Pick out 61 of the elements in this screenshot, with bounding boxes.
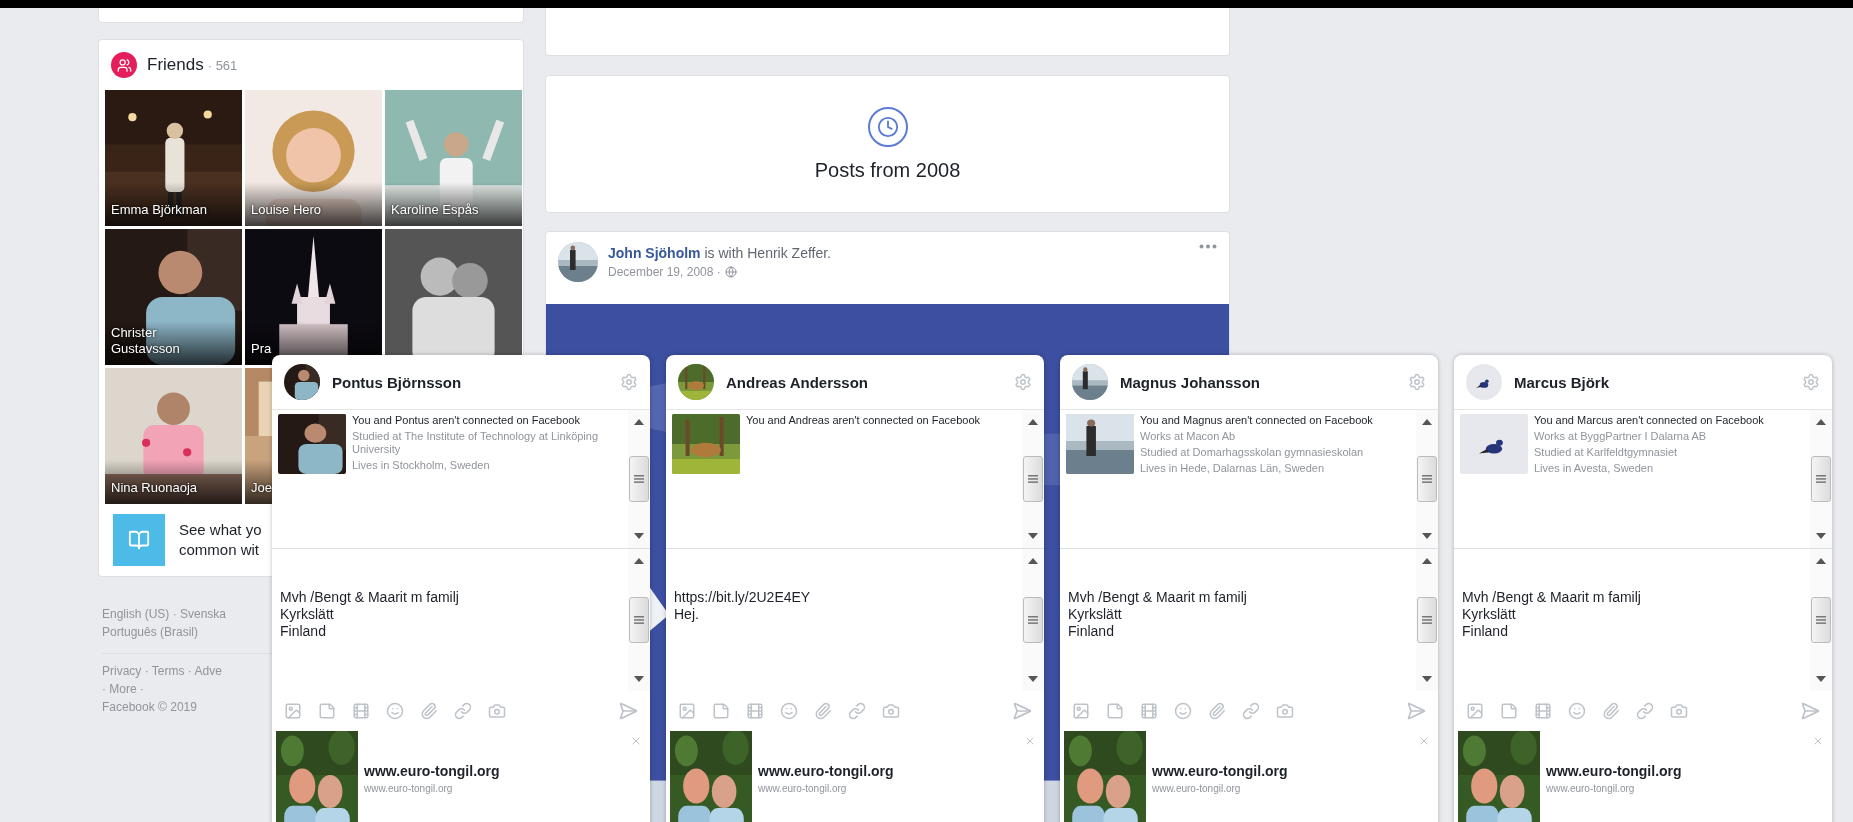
camera-icon[interactable] <box>1276 702 1294 720</box>
profile-detail: Studied at Karlfeldtgymnasiet <box>1534 446 1679 459</box>
scroll-thumb[interactable] <box>1811 597 1831 643</box>
link-icon[interactable] <box>1242 702 1260 720</box>
scroll-thumb[interactable] <box>1417 456 1437 502</box>
caret-down-icon <box>1422 676 1432 682</box>
globe-icon <box>724 266 737 278</box>
paperclip-icon[interactable] <box>420 702 438 720</box>
ad-title[interactable]: www.euro-tongil.org <box>364 763 500 779</box>
clock-icon <box>867 106 908 147</box>
settings-icon[interactable] <box>1802 373 1820 391</box>
image-icon[interactable] <box>284 702 302 720</box>
connection-notice: You and Pontus aren't connected on Facebook <box>352 414 581 427</box>
ad-title[interactable]: www.euro-tongil.org <box>1546 763 1682 779</box>
link-icon[interactable] <box>454 702 472 720</box>
link-icon[interactable] <box>1636 702 1654 720</box>
sticker-icon[interactable] <box>318 702 336 720</box>
caret-down-icon <box>1422 533 1432 539</box>
friend-name[interactable]: Louise Hero <box>251 202 322 218</box>
film-icon[interactable] <box>1534 702 1552 720</box>
caret-up-icon <box>1816 419 1826 425</box>
caret-up-icon <box>1816 558 1826 564</box>
sticker-icon[interactable] <box>1500 702 1518 720</box>
connection-notice: You and Marcus aren't connected on Facebook <box>1534 414 1764 427</box>
friends-icon <box>111 52 137 78</box>
message-text: Mvh /Bengt & Maarit m familj Kyrkslätt Finland <box>280 589 460 640</box>
ad-url: www.euro-tongil.org <box>364 783 454 794</box>
post-header-text: John Sjöholm is with Henrik Zeffer. <box>608 245 832 261</box>
smiley-icon[interactable] <box>386 702 404 720</box>
settings-icon[interactable] <box>1408 373 1426 391</box>
caret-down-icon <box>1816 533 1826 539</box>
profile-detail: Studied at The Institute of Technology at Linköping University <box>352 430 600 456</box>
album-icon <box>113 514 165 566</box>
friends-count: · 561 <box>207 57 238 73</box>
send-icon[interactable] <box>1800 701 1820 721</box>
message-text: Mvh /Bengt & Maarit m familj Kyrkslätt Finland <box>1462 589 1642 640</box>
more-options-icon[interactable] <box>1199 244 1217 249</box>
profile-detail: Lives in Avesta, Sweden <box>1534 462 1655 475</box>
profile-detail: Works at ByggPartner I Dalarna AB <box>1534 430 1708 443</box>
posts-year-label: Posts from 2008 <box>814 158 961 182</box>
camera-icon[interactable] <box>1670 702 1688 720</box>
caret-down-icon <box>1816 676 1826 682</box>
profile-detail: Lives in Stockholm, Sweden <box>352 459 491 472</box>
scroll-thumb[interactable] <box>1811 456 1831 502</box>
caret-up-icon <box>1422 558 1432 564</box>
caret-up-icon <box>1422 419 1432 425</box>
copyright: Facebook © 2019 <box>102 699 197 716</box>
ad-url: www.euro-tongil.org <box>1546 783 1636 794</box>
smiley-icon[interactable] <box>1568 702 1586 720</box>
paperclip-icon[interactable] <box>1602 702 1620 720</box>
friends-title[interactable]: Friends <box>147 55 204 75</box>
close-icon[interactable] <box>1418 735 1430 747</box>
camera-icon[interactable] <box>488 702 506 720</box>
chat-contact-name[interactable]: Pontus Björnsson <box>332 373 608 391</box>
image-icon[interactable] <box>1466 702 1484 720</box>
close-icon[interactable] <box>1812 735 1824 747</box>
send-icon[interactable] <box>1406 701 1426 721</box>
chat-contact-name[interactable]: Marcus Björk <box>1514 373 1790 391</box>
film-icon[interactable] <box>352 702 370 720</box>
scroll-thumb[interactable] <box>1417 597 1437 643</box>
promo-text[interactable]: See what yo common wit <box>179 520 262 560</box>
